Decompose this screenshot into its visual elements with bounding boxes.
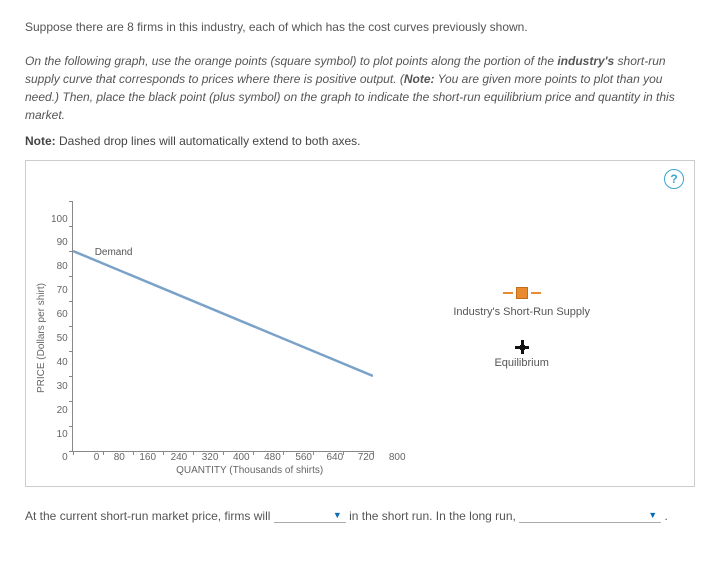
x-axis-label: QUANTITY (Thousands of shirts): [100, 465, 400, 476]
x-tick: 640: [327, 452, 344, 463]
instructions-text: On the following graph, use the orange p…: [25, 52, 695, 124]
plus-icon: [515, 340, 529, 354]
question-row: At the current short-run market price, f…: [25, 509, 695, 523]
intro-text: Suppose there are 8 firms in this indust…: [25, 20, 695, 34]
x-tick: 80: [114, 452, 125, 463]
graph-container: ? PRICE (Dollars per shirt) 100908070605…: [25, 160, 695, 487]
x-tick: 400: [233, 452, 250, 463]
y-tick: 80: [57, 261, 68, 272]
x-tick: 560: [295, 452, 312, 463]
x-tick: 720: [358, 452, 375, 463]
question-part3: .: [665, 509, 668, 523]
y-tick: 100: [51, 214, 68, 225]
y-tick: 40: [57, 357, 68, 368]
y-tick: 90: [57, 237, 68, 248]
x-tick: 160: [139, 452, 156, 463]
y-axis-label: PRICE (Dollars per shirt): [36, 283, 47, 393]
plot-area[interactable]: Demand: [72, 201, 373, 452]
plot-row: PRICE (Dollars per shirt) 10090807060504…: [36, 201, 684, 476]
y-tick: 30: [57, 381, 68, 392]
x-tick: 480: [264, 452, 281, 463]
square-icon: [516, 287, 528, 299]
chevron-down-icon: ▼: [333, 510, 342, 520]
note-body: Dashed drop lines will automatically ext…: [56, 134, 361, 148]
question-part2: in the short run. In the long run,: [349, 509, 519, 523]
y-tick: 20: [57, 405, 68, 416]
question-part1: At the current short-run market price, f…: [25, 509, 274, 523]
x-tick: 800: [389, 452, 406, 463]
y-tick: 70: [57, 285, 68, 296]
legend-supply-label: Industry's Short-Run Supply: [453, 306, 590, 318]
x-tick: 240: [171, 452, 188, 463]
y-tick: 0: [62, 452, 68, 463]
dropdown-long-run[interactable]: ▼: [519, 510, 661, 523]
dropdown-short-run[interactable]: ▼: [274, 510, 346, 523]
x-ticks: 0 80 160 240 320 400 480 560 640 720 800: [94, 452, 406, 463]
legend-equilibrium-label: Equilibrium: [494, 357, 548, 369]
legend-equilibrium[interactable]: Equilibrium: [442, 340, 602, 369]
x-tick: 320: [202, 452, 219, 463]
x-tick: 0: [94, 452, 100, 463]
note-text: Note: Dashed drop lines will automatical…: [25, 134, 695, 148]
legend-supply[interactable]: Industry's Short-Run Supply: [442, 287, 602, 318]
y-tick: 10: [57, 429, 68, 440]
y-tick: 50: [57, 333, 68, 344]
note-prefix: Note:: [25, 134, 56, 148]
y-tick: 60: [57, 309, 68, 320]
graph-legend: Industry's Short-Run Supply Equilibrium: [412, 287, 602, 391]
help-icon[interactable]: ?: [664, 169, 684, 189]
chevron-down-icon: ▼: [648, 510, 657, 520]
demand-line: [73, 251, 373, 376]
